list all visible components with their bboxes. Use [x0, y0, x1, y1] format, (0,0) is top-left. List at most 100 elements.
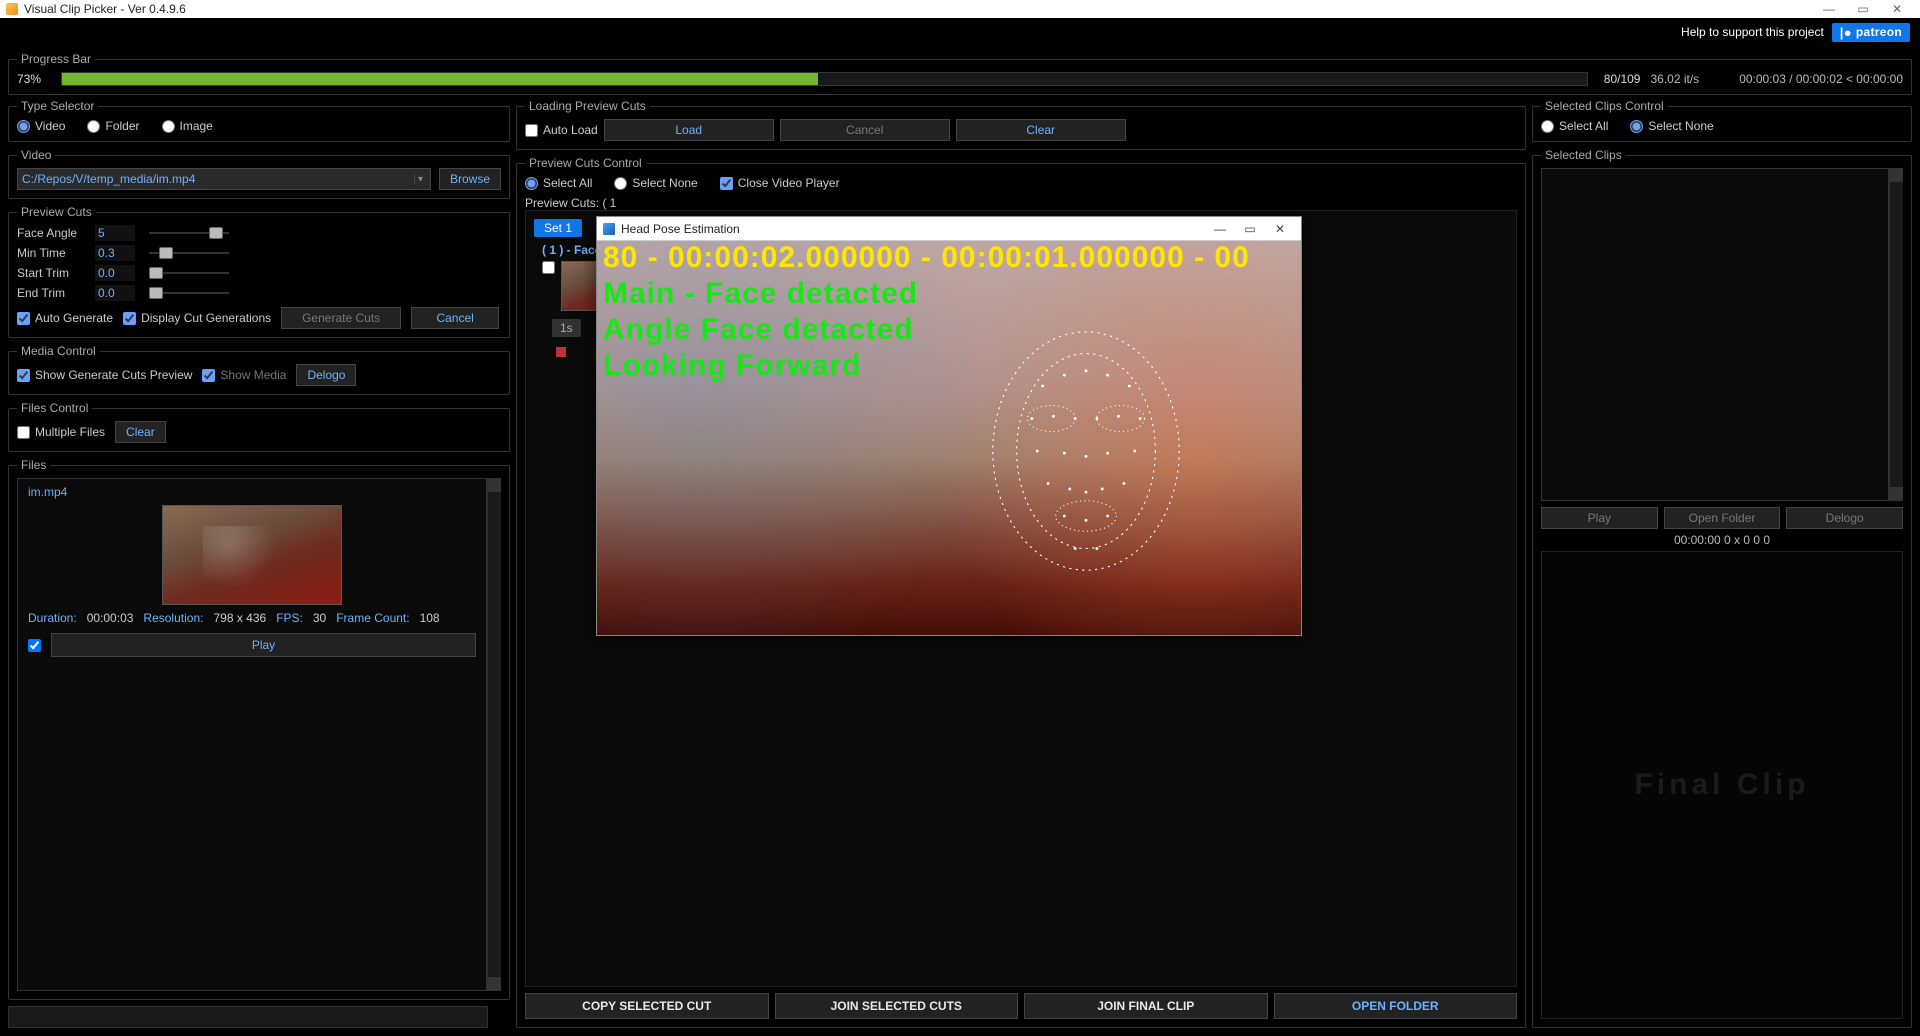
- framecount-val: 108: [420, 611, 440, 625]
- fps-key: FPS:: [276, 611, 303, 625]
- video-group: Video C:/Repos/V/temp_media/im.mp4 ▾ Bro…: [8, 148, 510, 199]
- head-pose-title: Head Pose Estimation: [621, 222, 740, 236]
- type-folder-radio[interactable]: Folder: [87, 119, 139, 133]
- chevron-down-icon[interactable]: ▾: [414, 174, 426, 185]
- face-angle-label: Face Angle: [17, 226, 81, 240]
- type-selector-legend: Type Selector: [17, 99, 98, 113]
- face-angle-value[interactable]: 5: [95, 225, 135, 241]
- generate-cuts-button[interactable]: Generate Cuts: [281, 307, 401, 329]
- selected-clips-scrollbar[interactable]: [1889, 168, 1903, 501]
- type-image-radio[interactable]: Image: [162, 119, 213, 133]
- type-video-radio[interactable]: Video: [17, 119, 65, 133]
- head-pose-app-icon: [603, 223, 615, 235]
- window-title: Visual Clip Picker - Ver 0.4.9.6: [24, 2, 186, 16]
- sc-legend: Selected Clips: [1541, 148, 1626, 162]
- open-folder-button[interactable]: OPEN FOLDER: [1274, 993, 1518, 1019]
- cancel-cuts-button[interactable]: Cancel: [411, 307, 499, 329]
- delogo-button[interactable]: Delogo: [296, 364, 356, 386]
- file-name[interactable]: im.mp4: [28, 485, 476, 499]
- os-titlebar: Visual Clip Picker - Ver 0.4.9.6 — ▭ ✕: [0, 0, 1920, 18]
- loading-preview-group: Loading Preview Cuts Auto Load Load Canc…: [516, 99, 1526, 150]
- pcc-select-all-radio[interactable]: Select All: [525, 176, 592, 190]
- overlay-line-2: Main - Face detacted: [603, 277, 1295, 311]
- right-delogo-button[interactable]: Delogo: [1786, 507, 1903, 529]
- head-pose-titlebar[interactable]: Head Pose Estimation — ▭ ✕: [597, 217, 1301, 241]
- copy-selected-cut-button[interactable]: COPY SELECTED CUT: [525, 993, 769, 1019]
- multiple-files-check[interactable]: Multiple Files: [17, 425, 105, 439]
- auto-generate-check[interactable]: Auto Generate: [17, 311, 113, 325]
- progress-bar: [61, 72, 1588, 86]
- file-thumbnail[interactable]: [162, 505, 342, 605]
- face-angle-slider[interactable]: [149, 226, 229, 240]
- pw-minimize-icon[interactable]: —: [1205, 222, 1235, 236]
- min-time-value[interactable]: 0.3: [95, 245, 135, 261]
- help-bar: Help to support this project |● patreon: [0, 18, 1920, 46]
- display-cut-gen-check[interactable]: Display Cut Generations: [123, 311, 271, 325]
- join-final-clip-button[interactable]: JOIN FINAL CLIP: [1024, 993, 1268, 1019]
- patreon-label: patreon: [1856, 25, 1902, 39]
- auto-load-check[interactable]: Auto Load: [525, 123, 598, 137]
- one-second-chip[interactable]: 1s: [552, 319, 581, 337]
- pcc-select-none-radio[interactable]: Select None: [614, 176, 697, 190]
- start-trim-slider[interactable]: [149, 266, 229, 280]
- video-legend: Video: [17, 148, 55, 162]
- resolution-key: Resolution:: [143, 611, 203, 625]
- stop-icon[interactable]: [556, 347, 566, 357]
- progress-fill: [62, 73, 818, 85]
- progress-count: 80/109: [1604, 72, 1641, 86]
- start-trim-value[interactable]: 0.0: [95, 265, 135, 281]
- end-trim-label: End Trim: [17, 286, 81, 300]
- scc-select-all-radio[interactable]: Select All: [1541, 119, 1608, 133]
- browse-button[interactable]: Browse: [439, 168, 501, 190]
- files-control-group: Files Control Multiple Files Clear: [8, 401, 510, 452]
- video-path-combo[interactable]: C:/Repos/V/temp_media/im.mp4 ▾: [17, 168, 431, 190]
- show-media-check[interactable]: Show Media: [202, 368, 286, 382]
- files-clear-button[interactable]: Clear: [115, 421, 166, 443]
- set-chip[interactable]: Set 1: [534, 219, 582, 237]
- final-clip-area: Final Clip: [1541, 551, 1903, 1019]
- end-trim-slider[interactable]: [149, 286, 229, 300]
- progress-group: Progress Bar 73% 80/109 36.02 it/s 00:00…: [8, 52, 1912, 95]
- resolution-val: 798 x 436: [213, 611, 266, 625]
- close-video-player-check[interactable]: Close Video Player: [720, 176, 840, 190]
- loading-cancel-button[interactable]: Cancel: [780, 119, 950, 141]
- maximize-icon[interactable]: ▭: [1846, 2, 1880, 16]
- right-open-folder-button[interactable]: Open Folder: [1664, 507, 1781, 529]
- app-icon: [6, 3, 18, 15]
- patreon-icon: |●: [1840, 25, 1852, 40]
- minimize-icon[interactable]: —: [1812, 2, 1846, 16]
- selected-clips-list: [1541, 168, 1889, 501]
- file-play-button[interactable]: Play: [51, 633, 476, 657]
- load-button[interactable]: Load: [604, 119, 774, 141]
- preview-cuts-count: Preview Cuts: ( 1: [525, 196, 1517, 210]
- files-scrollbar[interactable]: [487, 478, 501, 991]
- cut-select-check[interactable]: [542, 261, 555, 274]
- show-gen-preview-check[interactable]: Show Generate Cuts Preview: [17, 368, 192, 382]
- min-time-slider[interactable]: [149, 246, 229, 260]
- face-mesh-overlay: [976, 321, 1196, 581]
- framecount-key: Frame Count:: [336, 611, 409, 625]
- loading-preview-legend: Loading Preview Cuts: [525, 99, 650, 113]
- end-trim-value[interactable]: 0.0: [95, 285, 135, 301]
- right-play-button[interactable]: Play: [1541, 507, 1658, 529]
- progress-rate: 36.02 it/s: [1650, 72, 1699, 86]
- overlay-line-1: 80 - 00:00:02.000000 - 00:00:01.000000 -…: [603, 241, 1295, 275]
- join-selected-cuts-button[interactable]: JOIN SELECTED CUTS: [775, 993, 1019, 1019]
- files-group: Files im.mp4 Duration: 00:00:03 Resoluti…: [8, 458, 510, 1000]
- patreon-button[interactable]: |● patreon: [1832, 23, 1910, 42]
- head-pose-video: 80 - 00:00:02.000000 - 00:00:01.000000 -…: [597, 241, 1301, 635]
- file-enable-check[interactable]: [28, 639, 41, 652]
- scc-select-none-radio[interactable]: Select None: [1630, 119, 1713, 133]
- pcc-legend: Preview Cuts Control: [525, 156, 646, 170]
- loading-clear-button[interactable]: Clear: [956, 119, 1126, 141]
- head-pose-window[interactable]: Head Pose Estimation — ▭ ✕ 80 - 00:00:02…: [596, 216, 1302, 636]
- type-selector-group: Type Selector Video Folder Image: [8, 99, 510, 142]
- pw-close-icon[interactable]: ✕: [1265, 222, 1295, 236]
- close-icon[interactable]: ✕: [1880, 2, 1914, 16]
- pw-maximize-icon[interactable]: ▭: [1235, 222, 1265, 236]
- progress-percent: 73%: [17, 72, 51, 86]
- progress-legend: Progress Bar: [17, 52, 95, 66]
- duration-key: Duration:: [28, 611, 77, 625]
- selected-clips-control-group: Selected Clips Control Select All Select…: [1532, 99, 1912, 142]
- status-bar-left: [8, 1006, 488, 1028]
